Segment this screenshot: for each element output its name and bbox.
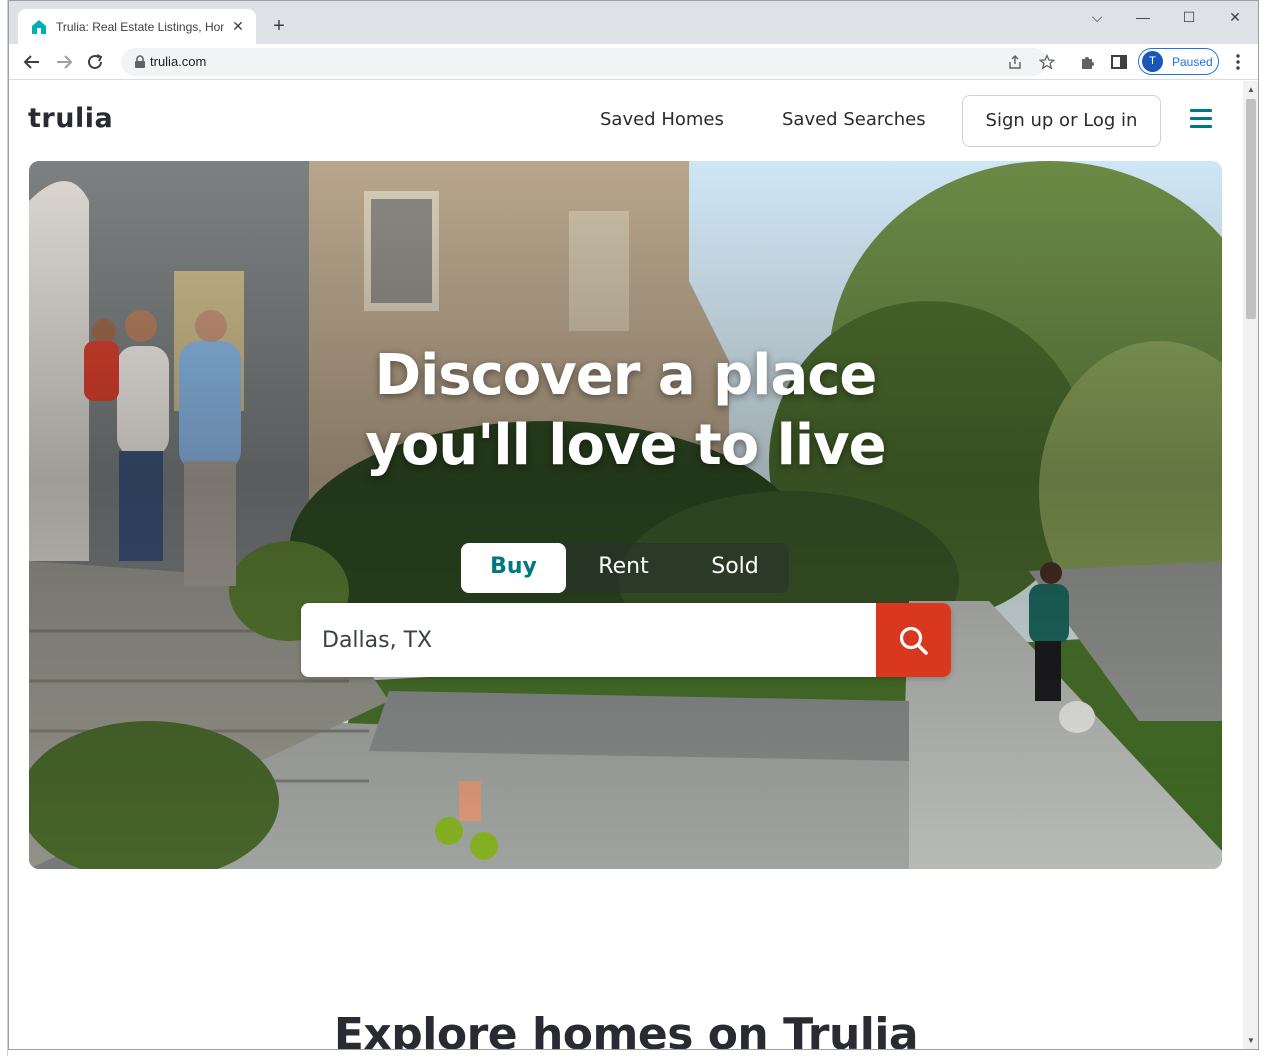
- browser-tab-trulia[interactable]: Trulia: Real Estate Listings, Home ✕: [18, 9, 256, 44]
- hero-photo-illustration: [29, 161, 1222, 869]
- page-scrollbar[interactable]: ▲ ▼: [1243, 81, 1258, 1049]
- url-text: trulia.com: [150, 54, 207, 69]
- saved-homes-link[interactable]: Saved Homes: [600, 109, 724, 130]
- hero-headline: Discover a place you'll love to live: [29, 341, 1222, 481]
- forward-arrow-icon[interactable]: [53, 52, 75, 72]
- web-page: trulia Saved Homes Saved Searches Sign u…: [9, 81, 1243, 1050]
- background-window-edge: [0, 0, 8, 1056]
- headline-line-1: Discover a place: [374, 343, 878, 408]
- browser-toolbar: trulia.com T Paused: [9, 44, 1258, 80]
- tab-title: Trulia: Real Estate Listings, Home: [56, 19, 224, 34]
- minimize-button[interactable]: —: [1120, 7, 1166, 27]
- saved-searches-link[interactable]: Saved Searches: [782, 109, 926, 130]
- location-search-box: [301, 603, 951, 677]
- profile-status: Paused: [1172, 54, 1213, 69]
- profile-button[interactable]: T Paused: [1138, 48, 1219, 75]
- hamburger-menu-icon[interactable]: [1190, 109, 1212, 129]
- headline-line-2: you'll love to live: [365, 413, 886, 478]
- back-arrow-icon[interactable]: [21, 52, 43, 72]
- new-tab-button[interactable]: +: [267, 15, 291, 39]
- scroll-up-arrow-icon[interactable]: ▲: [1247, 85, 1255, 94]
- scrollbar-thumb[interactable]: [1246, 99, 1256, 319]
- extensions-puzzle-icon[interactable]: [1079, 53, 1097, 71]
- close-window-button[interactable]: ✕: [1212, 7, 1258, 27]
- trulia-logo[interactable]: trulia: [28, 103, 113, 134]
- tab-sold[interactable]: Sold: [681, 543, 789, 593]
- scroll-down-arrow-icon[interactable]: ▼: [1247, 1036, 1255, 1045]
- explore-heading: Explore homes on Trulia: [333, 1009, 919, 1050]
- lock-icon: [135, 55, 145, 68]
- hero-banner: Discover a place you'll love to live Buy…: [29, 161, 1222, 869]
- tab-close-icon[interactable]: ✕: [230, 18, 246, 35]
- maximize-button[interactable]: ☐: [1166, 7, 1212, 27]
- share-icon[interactable]: [1007, 54, 1023, 70]
- reload-icon[interactable]: [85, 52, 107, 72]
- avatar: T: [1142, 51, 1163, 72]
- search-type-tabs: Buy Rent Sold: [461, 543, 789, 593]
- search-button[interactable]: [876, 603, 951, 677]
- browser-menu-icon[interactable]: [1231, 53, 1245, 71]
- tab-strip: Trulia: Real Estate Listings, Home ✕ + ⌵…: [9, 1, 1258, 44]
- browser-window: Trulia: Real Estate Listings, Home ✕ + ⌵…: [8, 0, 1259, 1050]
- search-icon: [899, 626, 928, 655]
- trulia-house-icon: [32, 19, 46, 34]
- sign-up-login-button[interactable]: Sign up or Log in: [962, 95, 1161, 147]
- bookmark-star-icon[interactable]: [1039, 54, 1055, 70]
- tab-rent[interactable]: Rent: [571, 543, 676, 593]
- tab-search-chevron-icon[interactable]: ⌵: [1074, 7, 1120, 27]
- tab-buy[interactable]: Buy: [461, 543, 566, 593]
- location-search-input[interactable]: [301, 603, 876, 677]
- address-bar[interactable]: trulia.com: [121, 48, 1055, 76]
- side-panel-icon[interactable]: [1110, 53, 1128, 71]
